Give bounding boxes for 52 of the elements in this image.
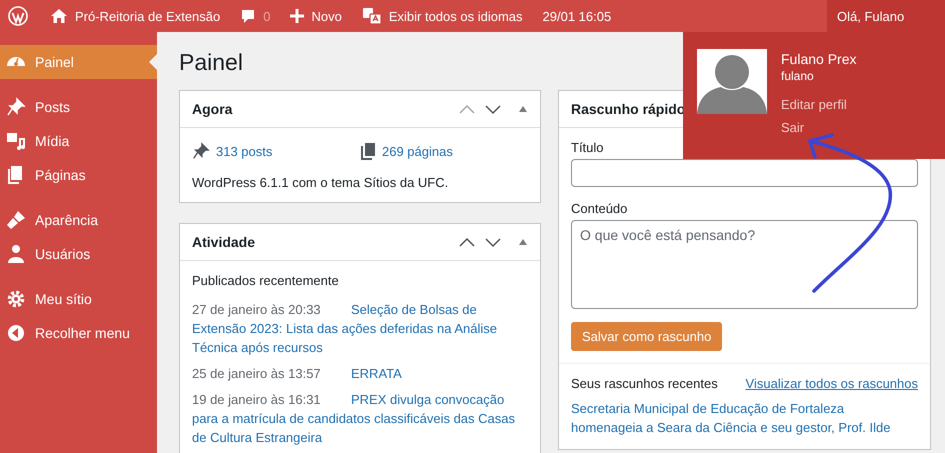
activity-entry[interactable]: 25 de janeiro às 13:57 ERRATA xyxy=(192,364,528,383)
brush-icon xyxy=(6,210,26,230)
count-link[interactable]: 269 páginas xyxy=(382,144,453,158)
widget-title: Rascunho rápido xyxy=(571,101,686,117)
admin-bar-link[interactable]: Exibir todos os idiomas xyxy=(388,8,523,24)
home-icon xyxy=(50,8,68,24)
count-link[interactable]: 313 posts xyxy=(216,144,272,158)
media-icon xyxy=(6,131,26,151)
user-icon xyxy=(6,244,26,264)
sidebar-item[interactable]: Usuários xyxy=(0,237,157,271)
field-label: Título xyxy=(571,140,605,155)
title-field[interactable] xyxy=(571,159,918,187)
sidebar-item[interactable]: Recolher menu xyxy=(0,316,157,350)
view-all-link[interactable]: Visualizar todos os rascunhos xyxy=(746,376,918,391)
sidebar-item[interactable]: Meu sítio xyxy=(0,282,157,316)
section-heading: Publicados recentemente xyxy=(192,273,340,288)
admin-bar-link[interactable]: Novo xyxy=(311,8,342,24)
widget-title: Atividade xyxy=(192,234,256,250)
account-menu[interactable]: Olá, Fulano xyxy=(827,0,945,32)
activity-entry[interactable]: 19 de janeiro às 16:31 PREX divulga convocação para a matrícula de candidatos classificáveis das Casas de Cultura Estrangeira xyxy=(192,390,528,447)
save-draft-button[interactable]: Salvar como rascunho xyxy=(571,322,722,351)
draft-link[interactable]: Secretaria Municipal de Educação de Fortaleza homenageia a Seara da Ciência e seu gestor, Prof. Ilde xyxy=(571,399,918,437)
pin-icon xyxy=(192,142,210,160)
wordpress-logo-icon[interactable] xyxy=(8,6,28,26)
content-field[interactable]: O que você está pensando? xyxy=(571,220,918,309)
sidebar-item[interactable]: Posts xyxy=(0,90,157,124)
avatar-icon xyxy=(697,49,767,114)
translate-icon xyxy=(362,7,382,25)
activity-entry[interactable]: 27 de janeiro às 20:33 Seleção de Bolsas de Extensão 2023: Lista das ações deferidas na Análise Técnica após recursos xyxy=(192,300,528,357)
display-name: Fulano Prex xyxy=(781,51,856,67)
sidebar-item[interactable]: Painel xyxy=(0,45,157,79)
version-text: WordPress 6.1.1 com o tema Sítios da UFC. xyxy=(192,175,450,190)
sidebar-item[interactable]: Páginas xyxy=(0,158,157,192)
date-time: 29/01 16:05 xyxy=(542,8,612,26)
pages-icon xyxy=(360,142,376,160)
comment-icon xyxy=(240,8,256,24)
pin-icon xyxy=(6,97,26,117)
sidebar-item[interactable]: Mídia xyxy=(0,124,157,158)
gear-icon xyxy=(6,289,26,309)
toggle-icon[interactable] xyxy=(518,238,528,246)
widget-title: Agora xyxy=(192,101,232,117)
admin-bar-link[interactable]: Pró-Reitoria de Extensão xyxy=(75,8,220,24)
menu-link[interactable]: Editar perfil xyxy=(781,97,847,112)
plus-icon xyxy=(290,9,304,23)
field-label: Conteúdo xyxy=(571,201,628,216)
username: fulano xyxy=(781,69,814,83)
collapse-icon xyxy=(6,323,26,343)
page-title: Painel xyxy=(179,48,243,77)
toggle-icon[interactable] xyxy=(518,105,528,113)
sidebar-item[interactable]: Aparência xyxy=(0,203,157,237)
menu-link[interactable]: Sair xyxy=(781,120,804,135)
section-heading: Seus rascunhos recentes xyxy=(571,376,718,391)
